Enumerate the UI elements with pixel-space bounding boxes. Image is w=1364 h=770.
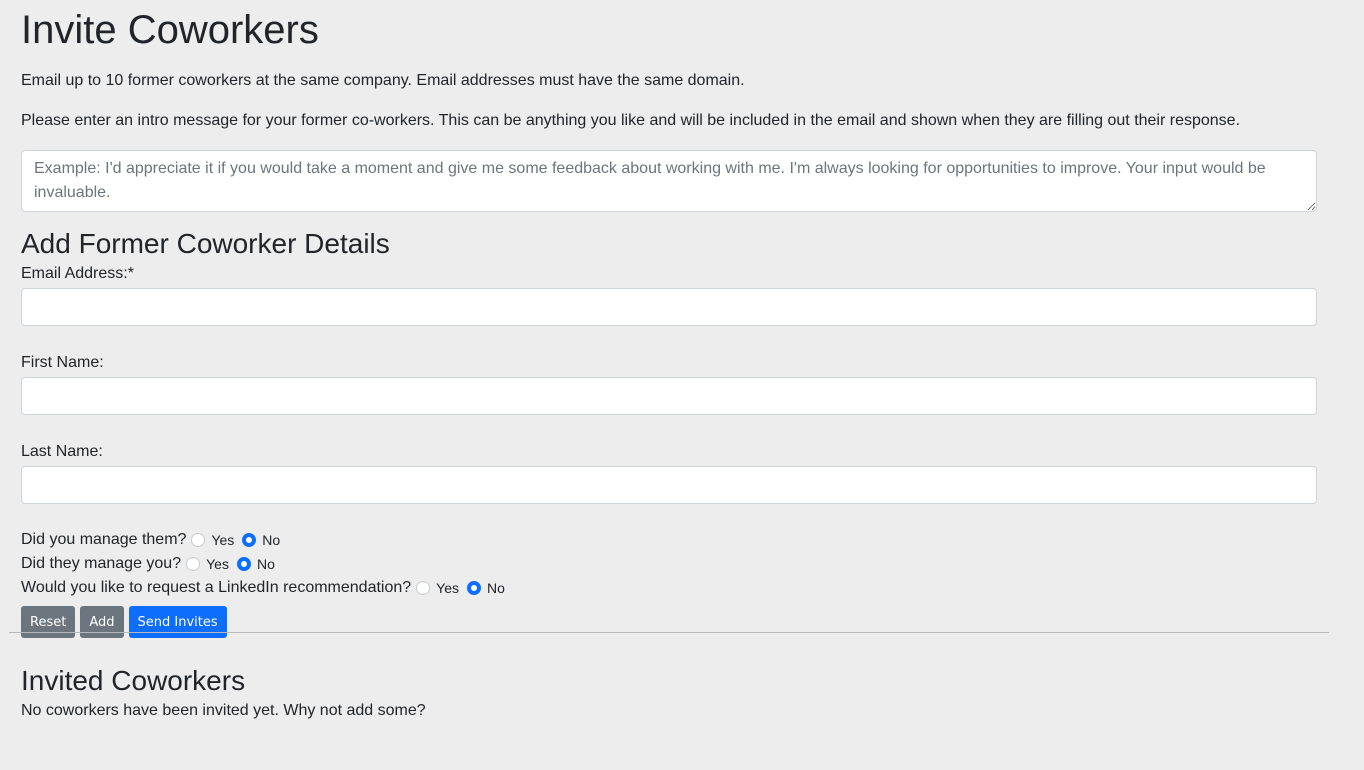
managed-by-no-radio[interactable] <box>236 557 251 571</box>
invited-empty-message: No coworkers have been invited yet. Why … <box>21 702 426 719</box>
managed-by-no-label: No <box>256 556 275 572</box>
manage-them-no-option[interactable]: No <box>242 532 280 548</box>
page: Invite Coworkers Email up to 10 former c… <box>0 0 1364 770</box>
linkedin-no-option[interactable]: No <box>467 580 505 596</box>
invited-heading: Invited Coworkers <box>21 665 246 696</box>
email-input[interactable] <box>21 288 1317 326</box>
invited-section: Invited Coworkers No coworkers have been… <box>21 664 426 721</box>
manage-them-label: Did you manage them? <box>21 531 187 548</box>
linkedin-yes-radio[interactable] <box>416 581 431 595</box>
managed-by-yes-label: Yes <box>206 556 229 572</box>
manage-them-yes-radio[interactable] <box>191 533 206 547</box>
linkedin-yes-option[interactable]: Yes <box>416 580 459 596</box>
managed-by-yes-radio[interactable] <box>186 557 201 571</box>
first-name-label: First Name: <box>21 354 104 371</box>
details-heading: Add Former Coworker Details <box>21 228 390 259</box>
manage-them-no-label: No <box>262 532 281 548</box>
managed-by-no-option[interactable]: No <box>236 556 275 572</box>
description-text: Email up to 10 former coworkers at the s… <box>21 72 745 89</box>
linkedin-question: Would you like to request a LinkedIn rec… <box>21 576 1317 600</box>
reset-button[interactable]: Reset <box>21 606 76 638</box>
page-title: Invite Coworkers <box>21 8 319 52</box>
manage-them-no-radio[interactable] <box>242 533 257 547</box>
section-divider <box>9 632 1329 633</box>
manage-them-yes-label: Yes <box>211 532 235 548</box>
linkedin-no-label: No <box>487 580 505 596</box>
first-name-input[interactable] <box>21 377 1317 415</box>
linkedin-yes-label: Yes <box>436 580 459 596</box>
linkedin-no-radio[interactable] <box>467 581 481 595</box>
managed-by-label: Did they manage you? <box>21 555 182 572</box>
intro-prompt-text: Please enter an intro message for your f… <box>21 112 1241 129</box>
manage-them-yes-option[interactable]: Yes <box>191 532 234 548</box>
manage-them-question: Did you manage them? Yes No <box>21 528 1317 552</box>
managed-by-question: Did they manage you? Yes No <box>21 552 1317 576</box>
add-button[interactable]: Add <box>80 606 124 638</box>
email-label: Email Address:* <box>21 265 134 282</box>
managed-by-yes-option[interactable]: Yes <box>186 556 229 572</box>
intro-message-textarea[interactable] <box>21 150 1317 212</box>
invite-form-container: Invite Coworkers Email up to 10 former c… <box>21 0 1317 638</box>
form-buttons: Reset Add Send Invites <box>21 606 1317 638</box>
last-name-input[interactable] <box>21 466 1317 504</box>
send-invites-button[interactable]: Send Invites <box>128 606 227 638</box>
last-name-label: Last Name: <box>21 443 103 460</box>
linkedin-label: Would you like to request a LinkedIn rec… <box>21 579 412 596</box>
